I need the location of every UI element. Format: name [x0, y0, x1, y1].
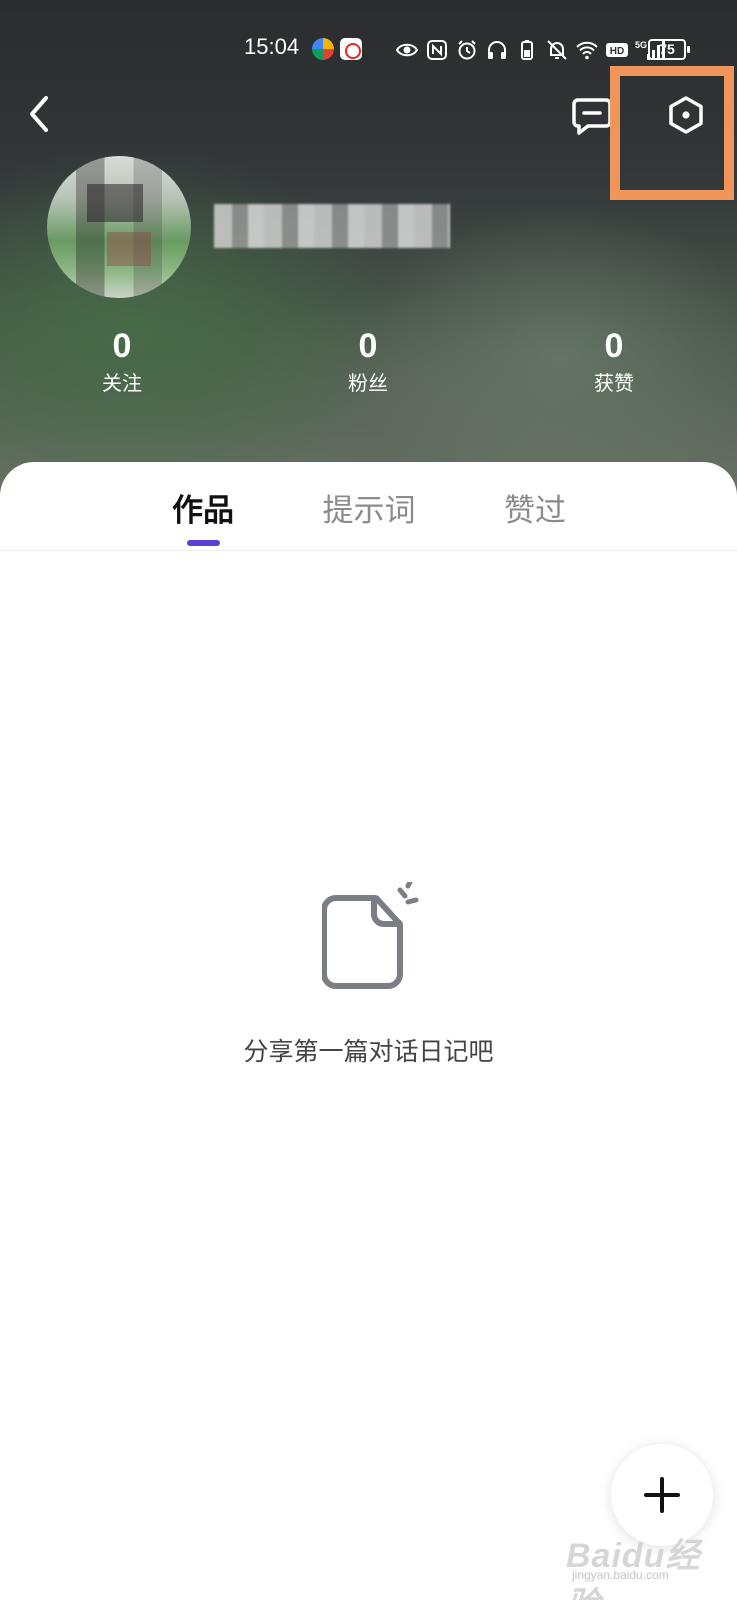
fans-count: 0	[358, 327, 378, 365]
stat-likes[interactable]: 0 获赞	[554, 326, 674, 398]
status-time: 15:04	[244, 34, 300, 59]
alarm-icon	[458, 40, 476, 60]
app-notification-icon	[312, 38, 334, 60]
nfc-icon	[427, 40, 447, 60]
plus-icon	[644, 1477, 680, 1513]
message-icon	[572, 98, 612, 135]
content-card: 作品 提示词 赞过 分享第一篇对话日记吧	[0, 462, 737, 1600]
username-redacted	[214, 204, 450, 248]
tabs-divider	[0, 550, 737, 551]
china-unicom-icon	[340, 38, 362, 60]
stat-fans[interactable]: 0 粉丝	[308, 326, 428, 398]
status-bar: 15:04 HD 5G 75	[0, 30, 737, 70]
stat-following[interactable]: 0 关注	[62, 326, 182, 398]
battery-saver-icon	[521, 40, 533, 60]
tab-prompts[interactable]: 提示词	[321, 486, 417, 536]
following-label: 关注	[102, 371, 142, 395]
battery-indicator: 75	[648, 39, 690, 60]
fans-label: 粉丝	[348, 371, 388, 395]
document-icon	[322, 882, 419, 989]
message-button[interactable]	[570, 94, 614, 138]
tab-bar: 作品 提示词 赞过	[0, 486, 737, 546]
baidu-watermark: Baidu经验 jingyan.baidu.com	[566, 1528, 716, 1600]
watermark-url: jingyan.baidu.com	[572, 1568, 669, 1582]
svg-text:HD: HD	[610, 46, 624, 57]
watermark-logo: Baidu经验	[566, 1537, 701, 1600]
highlight-annotation-box	[610, 66, 734, 200]
status-icons: HD 5G	[395, 36, 665, 64]
likes-count: 0	[604, 327, 624, 365]
chevron-left-icon	[30, 96, 48, 132]
tab-works[interactable]: 作品	[170, 486, 236, 536]
tab-liked[interactable]: 赞过	[502, 486, 568, 536]
wifi-icon	[576, 41, 598, 60]
hd-icon: HD	[606, 43, 628, 57]
active-tab-indicator	[187, 540, 220, 546]
likes-label: 获赞	[594, 371, 634, 395]
mute-icon	[547, 40, 567, 60]
svg-text:5G: 5G	[635, 40, 647, 50]
back-button[interactable]	[22, 92, 58, 136]
avatar[interactable]	[47, 156, 191, 298]
empty-state-text: 分享第一篇对话日记吧	[243, 1037, 494, 1066]
following-count: 0	[112, 327, 132, 365]
headphones-icon	[488, 41, 506, 59]
eye-icon	[395, 43, 419, 57]
